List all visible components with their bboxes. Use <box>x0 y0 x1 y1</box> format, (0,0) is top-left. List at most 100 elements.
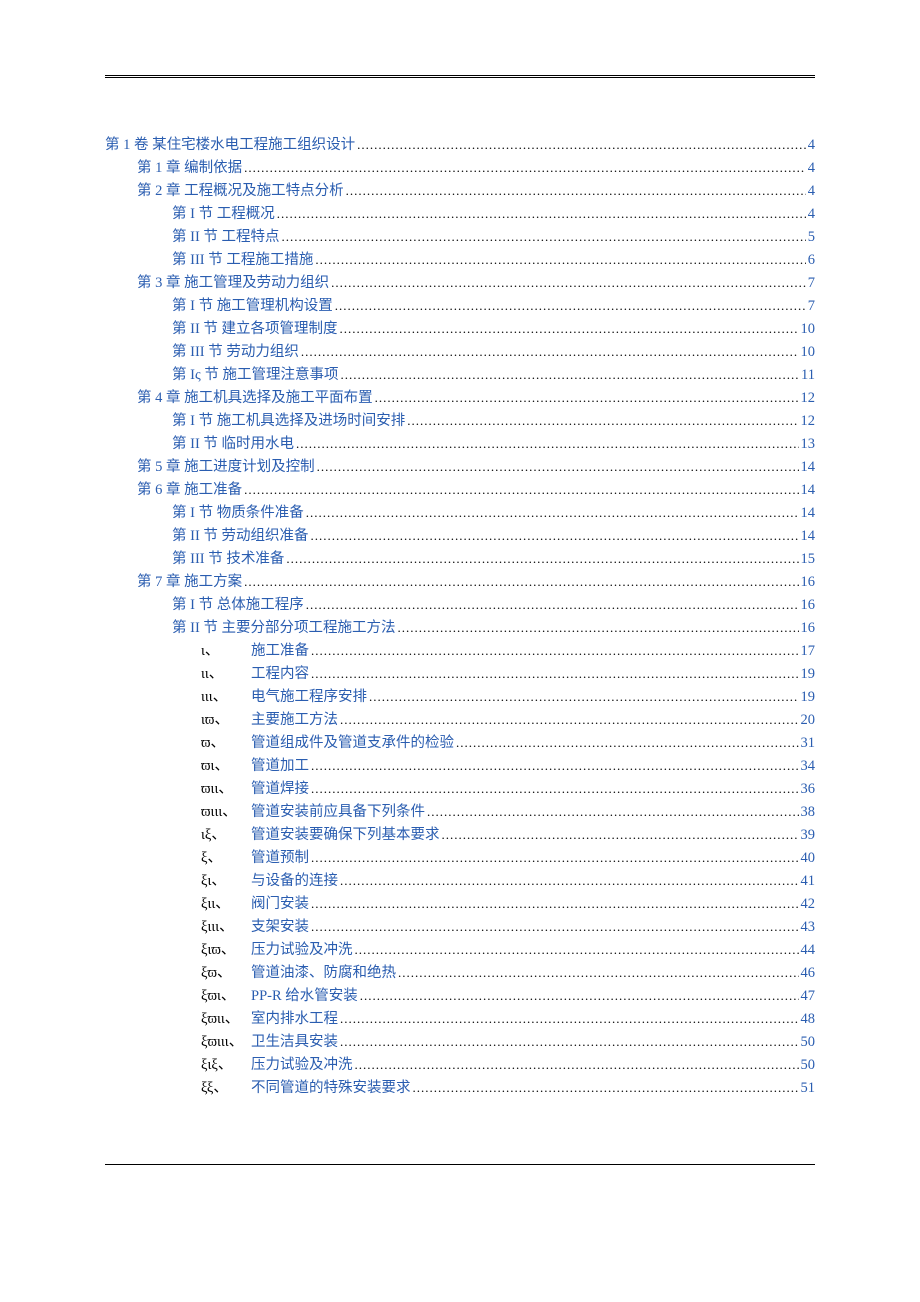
toc-page-number: 12 <box>801 391 816 406</box>
toc-entry[interactable]: 第 II 节 临时用水电13 <box>105 437 815 452</box>
toc-entry[interactable]: ξι、与设备的连接41 <box>105 874 815 889</box>
toc-page-number: 16 <box>801 575 816 590</box>
toc-leader-dots <box>296 437 798 452</box>
toc-label: 室内排水工程 <box>245 1012 338 1027</box>
toc-page-number: 14 <box>801 483 816 498</box>
toc-entry[interactable]: ξϖιι、室内排水工程48 <box>105 1012 815 1027</box>
toc-page-number: 6 <box>808 253 815 268</box>
toc-page-number: 12 <box>801 414 816 429</box>
toc-leader-dots <box>375 391 799 406</box>
toc-marker: ξϖ、 <box>201 966 245 981</box>
toc-page-number: 43 <box>801 920 816 935</box>
toc-page-number: 10 <box>801 322 816 337</box>
toc-entry[interactable]: 第 III 节 技术准备15 <box>105 552 815 567</box>
toc-entry[interactable]: ξϖιιι、卫生洁具安装50 <box>105 1035 815 1050</box>
toc-label: 第 I 节 施工管理机构设置 <box>172 299 333 314</box>
toc-entry[interactable]: ιι、工程内容19 <box>105 667 815 682</box>
toc-page-number: 17 <box>801 644 816 659</box>
toc-entry[interactable]: 第 I 节 工程概况4 <box>105 207 815 222</box>
toc-page-number: 13 <box>801 437 816 452</box>
toc-entry[interactable]: 第 2 章 工程概况及施工特点分析 4 <box>105 184 815 199</box>
toc-entry[interactable]: 第 3 章 施工管理及劳动力组织7 <box>105 276 815 291</box>
toc-entry[interactable]: ϖιι、管道焊接36 <box>105 782 815 797</box>
toc-entry[interactable]: 第 1 卷 某住宅楼水电工程施工组织设计 4 <box>105 138 815 153</box>
toc-leader-dots <box>413 1081 799 1096</box>
toc-page-number: 7 <box>808 299 815 314</box>
toc-entry[interactable]: ξιξ、压力试验及冲洗50 <box>105 1058 815 1073</box>
toc-entry[interactable]: ξϖι、PP-R 给水管安装47 <box>105 989 815 1004</box>
toc-entry[interactable]: ϖι、管道加工 34 <box>105 759 815 774</box>
toc-entry[interactable]: 第 II 节 劳动组织准备14 <box>105 529 815 544</box>
toc-entry[interactable]: ιξ、管道安装要确保下列基本要求39 <box>105 828 815 843</box>
toc-entry[interactable]: 第 II 节 主要分部分项工程施工方法16 <box>105 621 815 636</box>
toc-page-number: 15 <box>801 552 816 567</box>
toc-label: 电气施工程序安排 <box>245 690 367 705</box>
toc-entry[interactable]: 第 I 节 施工机具选择及进场时间安排 12 <box>105 414 815 429</box>
toc-marker: ϖι、 <box>201 759 245 774</box>
toc-label: 第 II 节 建立各项管理制度 <box>172 322 338 337</box>
toc-leader-dots <box>357 138 806 153</box>
toc-leader-dots <box>286 552 798 567</box>
toc-label: 第 III 节 劳动力组织 <box>172 345 299 360</box>
toc-label: 压力试验及冲洗 <box>245 1058 353 1073</box>
toc-entry[interactable]: 第 1 章 编制依据4 <box>105 161 815 176</box>
toc-marker: ι、 <box>201 644 245 659</box>
toc-entry[interactable]: ιϖ、主要施工方法20 <box>105 713 815 728</box>
toc-entry[interactable]: 第 III 节 工程施工措施6 <box>105 253 815 268</box>
toc-label: 主要施工方法 <box>245 713 338 728</box>
toc-label: 第 4 章 施工机具选择及施工平面布置 <box>137 391 373 406</box>
toc-page-number: 16 <box>801 598 816 613</box>
toc-page-number: 38 <box>801 805 816 820</box>
toc-leader-dots <box>244 161 806 176</box>
toc-entry[interactable]: 第 II 节 工程特点5 <box>105 230 815 245</box>
toc-entry[interactable]: ξιϖ、压力试验及冲洗44 <box>105 943 815 958</box>
toc-entry[interactable]: ξ、管道预制40 <box>105 851 815 866</box>
toc-entry[interactable]: ξϖ、管道油漆、防腐和绝热46 <box>105 966 815 981</box>
toc-label: 第 6 章 施工准备 <box>137 483 242 498</box>
toc-label: 第 1 卷 某住宅楼水电工程施工组织设计 <box>105 138 355 153</box>
toc-page-number: 10 <box>801 345 816 360</box>
toc-leader-dots <box>355 1058 799 1073</box>
toc-entry[interactable]: 第 5 章 施工进度计划及控制14 <box>105 460 815 475</box>
toc-label: 第 I 节 施工机具选择及进场时间安排 <box>172 414 405 429</box>
toc-marker: ιϖ、 <box>201 713 245 728</box>
toc-marker: ξιϖ、 <box>201 943 245 958</box>
toc-entry[interactable]: ιιι、电气施工程序安排19 <box>105 690 815 705</box>
toc-marker: ξιι、 <box>201 897 245 912</box>
toc-label: 第 2 章 工程概况及施工特点分析 <box>137 184 344 199</box>
toc-entry[interactable]: 第 I 节 总体施工程序16 <box>105 598 815 613</box>
toc-entry[interactable]: 第 7 章 施工方案 16 <box>105 575 815 590</box>
toc-label: 管道加工 <box>245 759 309 774</box>
toc-entry[interactable]: 第 II 节 建立各项管理制度 10 <box>105 322 815 337</box>
toc-leader-dots <box>346 184 806 199</box>
toc-label: 施工准备 <box>245 644 309 659</box>
toc-leader-dots <box>311 851 799 866</box>
toc-label: 卫生洁具安装 <box>245 1035 338 1050</box>
toc-entry[interactable]: 第 Iς 节 施工管理注意事项11 <box>105 368 815 383</box>
toc-entry[interactable]: ϖιιι、管道安装前应具备下列条件38 <box>105 805 815 820</box>
toc-leader-dots <box>335 299 806 314</box>
toc-entry[interactable]: 第 I 节 物质条件准备14 <box>105 506 815 521</box>
toc-leader-dots <box>442 828 799 843</box>
toc-leader-dots <box>427 805 799 820</box>
toc-leader-dots <box>306 598 799 613</box>
toc-leader-dots <box>301 345 799 360</box>
toc-entry[interactable]: 第 I 节 施工管理机构设置 7 <box>105 299 815 314</box>
toc-leader-dots <box>311 759 799 774</box>
toc-page-number: 4 <box>808 184 815 199</box>
toc-page-number: 39 <box>801 828 816 843</box>
toc-page-number: 4 <box>808 138 815 153</box>
toc-label: 管道安装前应具备下列条件 <box>245 805 425 820</box>
toc-entry[interactable]: ξξ、不同管道的特殊安装要求51 <box>105 1081 815 1096</box>
toc-entry[interactable]: ϖ、管道组成件及管道支承件的检验31 <box>105 736 815 751</box>
toc-entry[interactable]: ι、施工准备 17 <box>105 644 815 659</box>
toc-entry[interactable]: 第 6 章 施工准备 14 <box>105 483 815 498</box>
toc-entry[interactable]: 第 4 章 施工机具选择及施工平面布置 12 <box>105 391 815 406</box>
toc-page-number: 48 <box>801 1012 816 1027</box>
toc-page-number: 34 <box>801 759 816 774</box>
toc-entry[interactable]: ξιιι、支架安装43 <box>105 920 815 935</box>
toc-label: 第 7 章 施工方案 <box>137 575 242 590</box>
toc-leader-dots <box>244 483 798 498</box>
toc-entry[interactable]: ξιι、阀门安装42 <box>105 897 815 912</box>
toc-entry[interactable]: 第 III 节 劳动力组织 10 <box>105 345 815 360</box>
